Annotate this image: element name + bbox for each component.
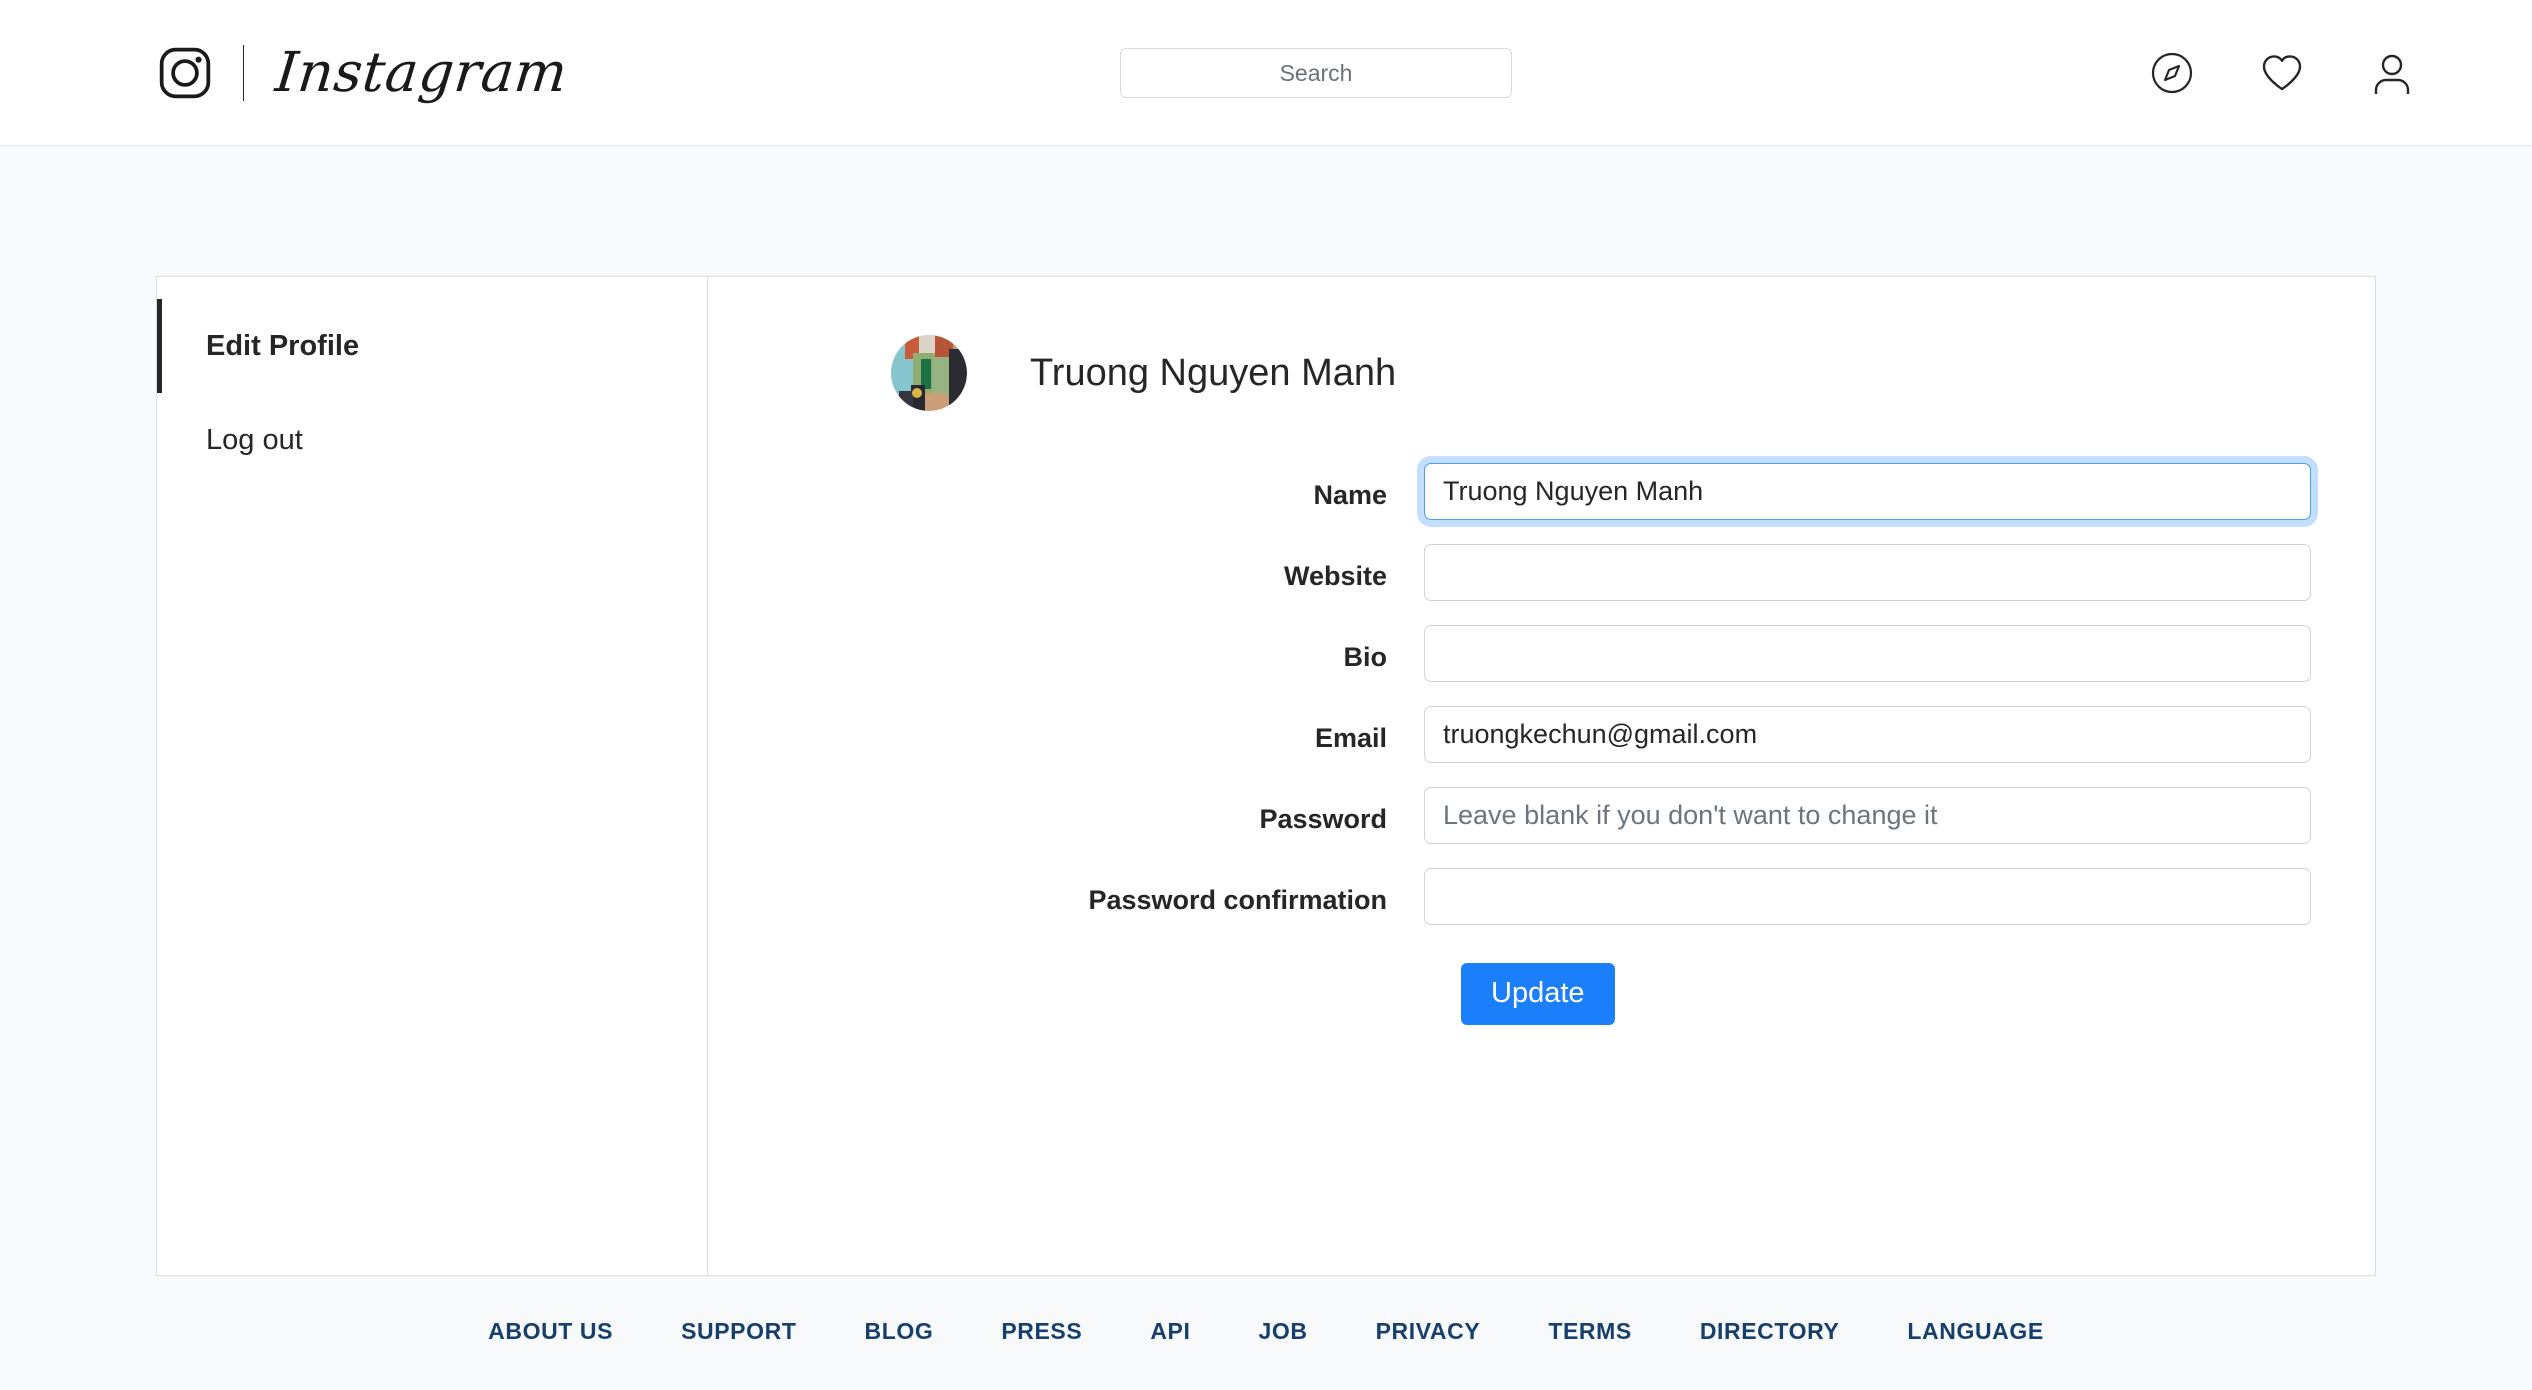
top-header: Instagram bbox=[0, 0, 2532, 146]
password-label: Password bbox=[708, 787, 1424, 835]
profile-header: Truong Nguyen Manh bbox=[891, 335, 1396, 411]
form-row-password-confirmation: Password confirmation bbox=[708, 868, 2375, 925]
bio-label: Bio bbox=[708, 625, 1424, 673]
search-input[interactable] bbox=[1120, 48, 1512, 98]
footer-link-terms[interactable]: TERMS bbox=[1514, 1318, 1666, 1345]
brand-wordmark: Instagram bbox=[273, 45, 570, 100]
footer-link-directory[interactable]: DIRECTORY bbox=[1666, 1318, 1874, 1345]
form-row-email: Email bbox=[708, 706, 2375, 763]
action-spacer bbox=[708, 963, 1424, 1025]
form-row-name: Name bbox=[708, 463, 2375, 520]
heart-icon[interactable] bbox=[2260, 51, 2304, 95]
footer-link-press[interactable]: PRESS bbox=[967, 1318, 1116, 1345]
sidebar-item-edit-profile[interactable]: Edit Profile bbox=[157, 299, 707, 393]
edit-profile-panel: Truong Nguyen Manh Name Website Bio Emai… bbox=[708, 277, 2375, 1275]
password-confirmation-label: Password confirmation bbox=[708, 868, 1424, 916]
sidebar-item-label: Log out bbox=[206, 424, 303, 457]
form-row-bio: Bio bbox=[708, 625, 2375, 682]
search-container[interactable] bbox=[1120, 48, 1512, 98]
footer-link-language[interactable]: LANGUAGE bbox=[1873, 1318, 2077, 1345]
brand-divider bbox=[243, 45, 244, 101]
person-icon[interactable] bbox=[2370, 51, 2414, 95]
footer-link-about-us[interactable]: ABOUT US bbox=[454, 1318, 647, 1345]
name-input[interactable] bbox=[1424, 463, 2311, 520]
site-footer: ABOUT US SUPPORT BLOG PRESS API JOB PRIV… bbox=[0, 1318, 2532, 1345]
password-confirmation-input[interactable] bbox=[1424, 868, 2311, 925]
form-actions: Update bbox=[708, 963, 2375, 1025]
bio-input[interactable] bbox=[1424, 625, 2311, 682]
update-button[interactable]: Update bbox=[1461, 963, 1615, 1025]
website-label: Website bbox=[708, 544, 1424, 592]
name-label: Name bbox=[708, 463, 1424, 511]
compass-icon[interactable] bbox=[2150, 51, 2194, 95]
form-row-password: Password bbox=[708, 787, 2375, 844]
website-input[interactable] bbox=[1424, 544, 2311, 601]
footer-link-support[interactable]: SUPPORT bbox=[647, 1318, 830, 1345]
footer-link-api[interactable]: API bbox=[1116, 1318, 1224, 1345]
avatar[interactable] bbox=[891, 335, 967, 411]
profile-card: Edit Profile Log out bbox=[156, 276, 2376, 1276]
sidebar-item-log-out[interactable]: Log out bbox=[157, 393, 707, 487]
footer-link-blog[interactable]: BLOG bbox=[830, 1318, 967, 1345]
instagram-camera-icon bbox=[157, 45, 213, 101]
footer-link-job[interactable]: JOB bbox=[1224, 1318, 1341, 1345]
brand-logo[interactable]: Instagram bbox=[157, 0, 567, 145]
email-input[interactable] bbox=[1424, 706, 2311, 763]
password-input[interactable] bbox=[1424, 787, 2311, 844]
email-label: Email bbox=[708, 706, 1424, 754]
sidebar-item-label: Edit Profile bbox=[206, 330, 359, 363]
form-row-website: Website bbox=[708, 544, 2375, 601]
profile-display-name: Truong Nguyen Manh bbox=[1030, 352, 1396, 395]
settings-sidebar: Edit Profile Log out bbox=[157, 277, 708, 1275]
footer-link-privacy[interactable]: PRIVACY bbox=[1342, 1318, 1515, 1345]
edit-profile-form: Name Website Bio Email Password Password bbox=[708, 463, 2375, 1025]
header-icon-group bbox=[2150, 0, 2414, 146]
